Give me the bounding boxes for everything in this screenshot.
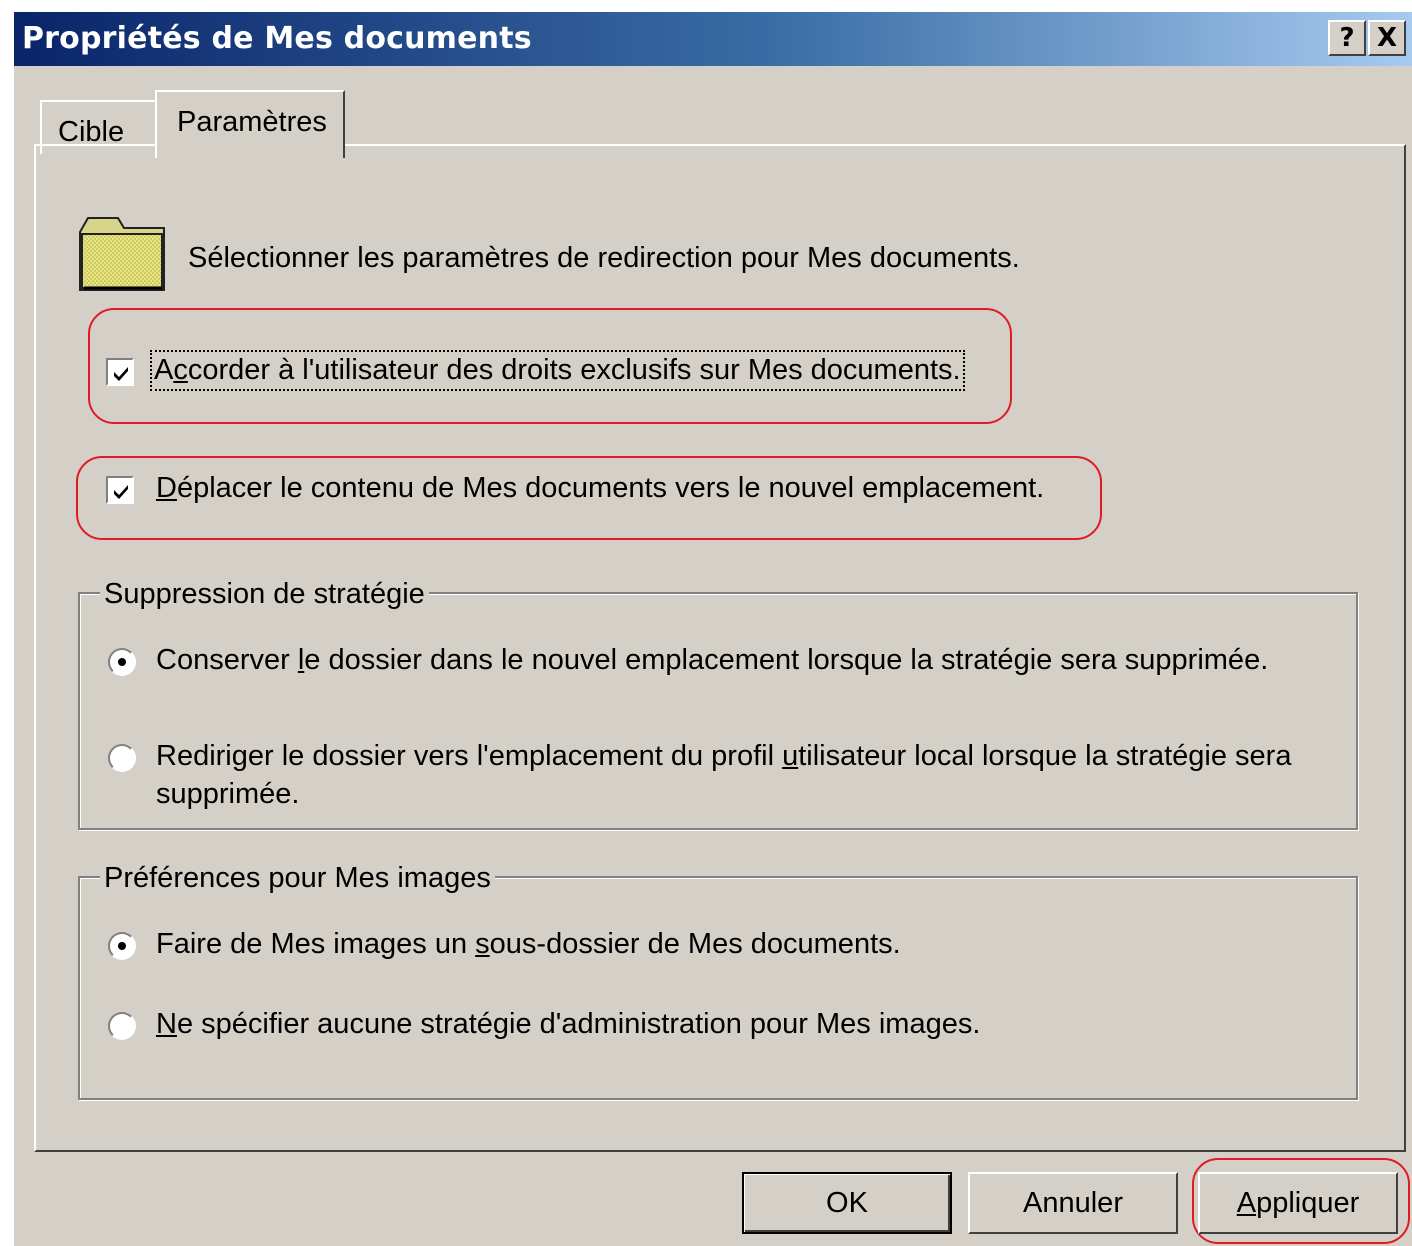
my-pictures-legend: Préférences pour Mes images xyxy=(100,862,495,895)
apply-button[interactable]: Appliquer xyxy=(1198,1172,1398,1234)
no-policy-radio[interactable] xyxy=(108,1012,136,1040)
exclusive-rights-checkbox[interactable] xyxy=(106,358,134,386)
my-pictures-group xyxy=(78,876,1358,1100)
checkmark-icon xyxy=(114,367,128,381)
title-bar[interactable]: Propriétés de Mes documents ? X xyxy=(14,12,1412,66)
policy-removal-legend: Suppression de stratégie xyxy=(100,578,429,611)
help-button[interactable]: ? xyxy=(1328,20,1366,56)
redirect-local-label-line2: supprimée. xyxy=(156,778,300,810)
window-title: Propriétés de Mes documents xyxy=(22,21,532,56)
tab-label: Paramètres xyxy=(177,106,327,138)
ok-button[interactable]: OK xyxy=(742,1172,952,1234)
subfolder-radio[interactable] xyxy=(108,932,136,960)
radio-dot xyxy=(118,942,126,950)
cancel-button[interactable]: Annuler xyxy=(968,1172,1178,1234)
move-contents-label[interactable]: Déplacer le contenu de Mes documents ver… xyxy=(156,472,1044,505)
move-contents-checkbox[interactable] xyxy=(106,476,134,504)
radio-dot xyxy=(118,658,126,666)
properties-dialog: Propriétés de Mes documents ? X Cible Pa… xyxy=(14,12,1412,1246)
redirect-local-radio[interactable] xyxy=(108,744,136,772)
keep-folder-radio[interactable] xyxy=(108,648,136,676)
folder-icon xyxy=(79,217,165,291)
tab-parametres[interactable]: Paramètres xyxy=(155,90,345,158)
redirect-local-label[interactable]: Rediriger le dossier vers l'emplacement … xyxy=(156,740,1291,773)
close-button[interactable]: X xyxy=(1368,20,1406,56)
subfolder-label[interactable]: Faire de Mes images un sous-dossier de M… xyxy=(156,928,901,961)
exclusive-rights-label[interactable]: Accorder à l'utilisateur des droits excl… xyxy=(150,350,965,391)
header-description: Sélectionner les paramètres de redirecti… xyxy=(188,242,1020,274)
no-policy-label[interactable]: Ne spécifier aucune stratégie d'administ… xyxy=(156,1008,980,1041)
checkmark-icon xyxy=(114,485,128,499)
keep-folder-label[interactable]: Conserver le dossier dans le nouvel empl… xyxy=(156,644,1268,677)
